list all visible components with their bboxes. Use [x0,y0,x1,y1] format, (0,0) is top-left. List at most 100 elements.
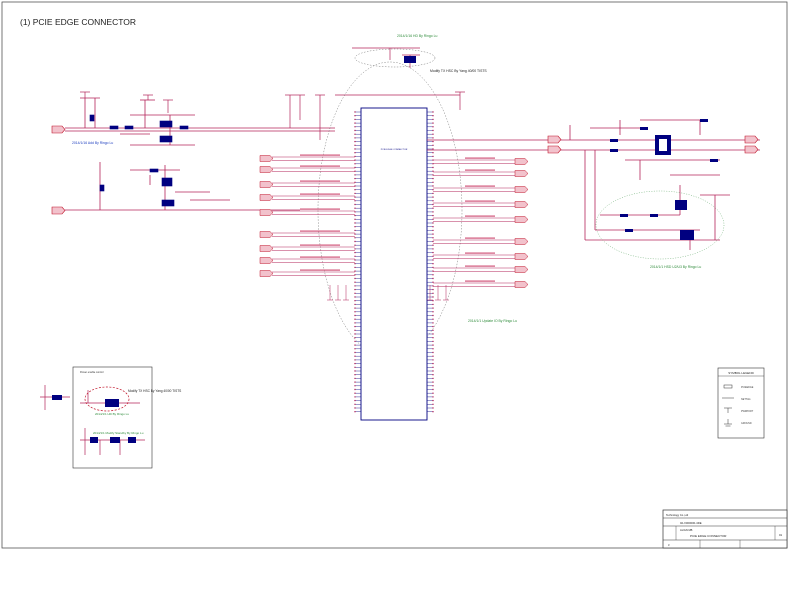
pin-junction [432,211,434,213]
pin-junction [354,229,356,232]
pin-junction [354,137,356,139]
pin-junction [432,359,434,361]
pin-junction [432,311,434,313]
pin-junction [354,359,356,361]
pin-junction [354,248,356,250]
pin-junction [432,200,434,202]
pin-junction [432,381,434,383]
pin-junction [354,148,356,150]
pin-junction [354,163,356,165]
pin-junction [432,166,434,169]
pin-junction [354,200,356,202]
left-net-port [259,181,274,188]
right-net-port [514,281,529,288]
pin-junction [432,396,434,398]
pcie-edge-connector [360,107,428,421]
legend-symbols [722,384,734,427]
pin-junction [432,137,434,139]
right-ports [547,135,759,154]
pin-junction [432,111,434,113]
title-block-doc-number: 02-X000000-4DE [680,521,702,525]
pin-junction [432,355,434,357]
pin-junction [354,259,356,261]
pin-junction [354,329,356,331]
pin-junction [354,140,356,143]
left-net-port [259,257,274,264]
pin-junction [432,152,434,154]
legend-item-3: PWRPORT [741,410,754,413]
left-net-label [300,208,340,210]
pin-junction [354,203,356,206]
left-net-port [259,245,274,252]
pin-junction [354,266,356,269]
pin-junction [432,407,434,409]
pin-junction [432,181,434,183]
right-net-label [465,265,495,267]
pin-junction [354,233,356,235]
right-net-label [465,200,495,202]
pin-junction [354,192,356,195]
pin-junction [432,122,434,124]
right-highlight-ellipse [595,190,725,260]
pin-junction [432,370,434,372]
pin-junction [432,333,434,335]
pin-junction [432,240,434,243]
pin-junction [432,263,434,265]
pin-junction [432,237,434,239]
right-net-label [465,280,495,282]
right-net-label [465,185,495,187]
right-circuit [427,119,760,250]
pin-junction [354,288,356,291]
pin-junction [432,115,434,117]
pin-junction [354,226,356,228]
left-net-group [259,154,355,277]
top-transistor-body [404,56,416,63]
right-net-port [514,238,529,245]
pin-junction [432,307,434,309]
pin-junction [354,115,356,117]
pin-junction [354,144,356,146]
left-net-port [259,194,274,201]
pin-junction [432,144,434,146]
pin-junction [432,388,434,391]
pin-junction [432,244,434,246]
pin-junction [432,255,434,257]
pin-junction [432,411,434,413]
pin-junction [432,329,434,331]
left-net-port [259,155,274,162]
top-black-note: Modify TX HSC By Yang 40/00 TISTS [430,69,487,73]
inset-black-note: Modify TX HSC By Yang 40/00 TISTS [128,389,181,393]
pin-junction [432,322,434,324]
left-net-port [259,231,274,238]
right-net-label [465,237,495,239]
pin-junction [432,374,434,376]
pin-junction [432,177,434,180]
pin-junction [354,377,356,380]
pin-junction [354,211,356,213]
left-net-label [300,269,340,271]
pin-junction [354,366,356,368]
pin-junction [354,214,356,217]
pin-junction [354,411,356,413]
pin-junction [432,288,434,291]
title-block-company: Technology Co.,Ltd [666,513,689,517]
pin-junction [354,407,356,409]
pin-junction [432,140,434,143]
pin-junction [354,285,356,287]
pin-junction [354,351,356,354]
pin-junction [432,126,434,128]
pin-junction [354,362,356,365]
left-net-label [300,256,340,258]
pin-junction [354,118,356,121]
pin-junction [354,314,356,317]
pin-junction [354,340,356,343]
pin-junction [432,325,434,328]
right-net-port [514,158,529,165]
pin-junction [354,303,356,306]
pin-junction [354,152,356,154]
pin-junction [354,318,356,320]
pin-junction [432,118,434,121]
pin-junction [354,399,356,402]
pin-junction [354,207,356,209]
right-net-port [514,253,529,260]
